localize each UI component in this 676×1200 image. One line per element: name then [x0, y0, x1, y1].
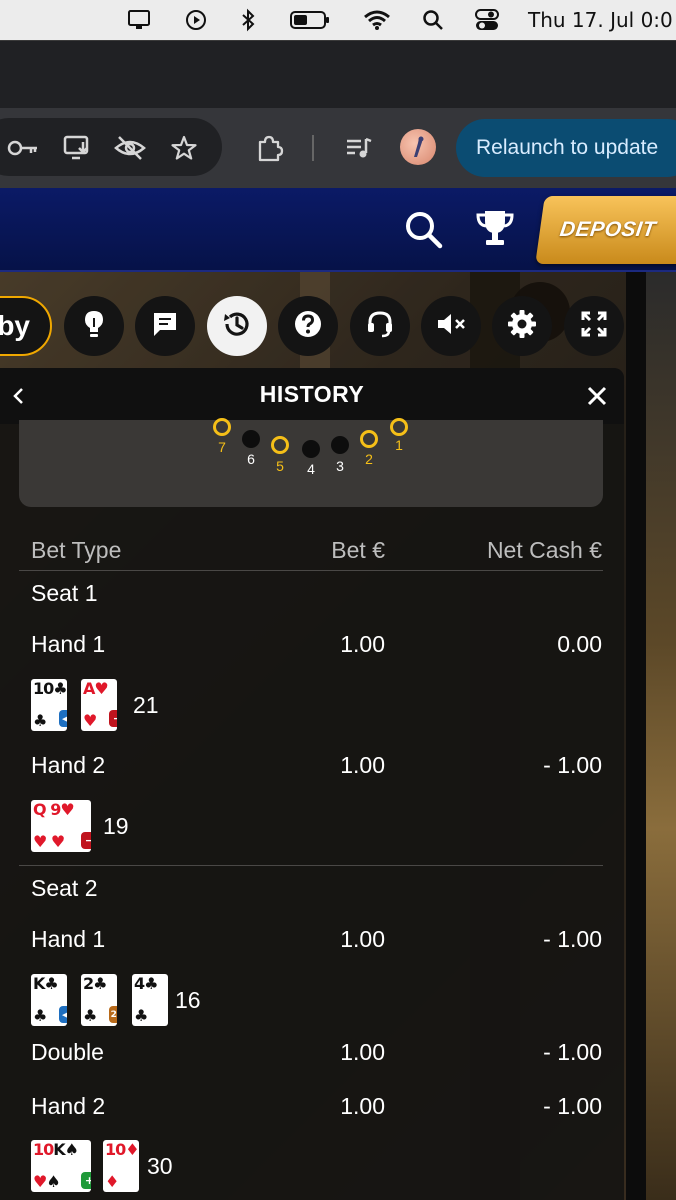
playing-card: 2♣ ♣ 2× — [81, 974, 117, 1026]
playing-card: K♣ ♣ ◂▸ — [31, 974, 67, 1026]
eye-slash-icon[interactable] — [112, 132, 148, 164]
fullscreen-icon — [580, 310, 608, 343]
header-divider — [19, 570, 603, 571]
seat-dot-6 — [242, 430, 260, 448]
playing-card: 10♦ ♦ — [103, 1140, 139, 1192]
settings-icon — [507, 309, 537, 344]
battery-icon[interactable] — [288, 8, 332, 32]
split-badge-icon: ◂▸ — [59, 1006, 67, 1023]
seat-number-5: 5 — [276, 458, 284, 474]
control-center-icon[interactable] — [473, 8, 501, 32]
column-header-bet: Bet € — [331, 537, 385, 563]
double-label: Double — [31, 1039, 104, 1065]
seat-divider — [19, 865, 603, 866]
close-icon[interactable] — [584, 383, 610, 409]
toolbar-divider — [311, 134, 315, 162]
panel-edge-shadow — [626, 272, 648, 1200]
key-icon[interactable] — [6, 134, 40, 162]
trophy-icon[interactable] — [474, 206, 516, 250]
relaunch-to-update-button[interactable]: Relaunch to update — [456, 119, 676, 177]
search-icon[interactable] — [421, 8, 445, 32]
menu-bar: Thu 17. Jul 0:0 — [0, 0, 676, 40]
hand-label: Hand 1 — [31, 926, 106, 952]
minus-badge-icon: − — [81, 832, 91, 849]
bet-value: 1.00 — [340, 926, 385, 952]
seat-number-1: 1 — [395, 437, 403, 453]
playing-card: 4♣ ♣ — [132, 974, 168, 1026]
double-badge-icon: 2× — [109, 1006, 117, 1023]
extensions-icon[interactable] — [252, 132, 286, 164]
bluetooth-icon[interactable] — [238, 8, 258, 32]
profile-avatar-icon[interactable] — [400, 129, 436, 165]
support-button[interactable] — [350, 296, 410, 356]
tips-button[interactable] — [64, 296, 124, 356]
column-header-net-cash: Net Cash € — [486, 537, 602, 563]
help-button[interactable] — [278, 296, 338, 356]
mute-icon — [435, 310, 467, 343]
seat-label: Seat 2 — [31, 875, 98, 901]
seat-number-4: 4 — [307, 461, 315, 477]
settings-button[interactable] — [492, 296, 552, 356]
playing-card: 10♣ ♣ ◂▸ — [31, 679, 67, 731]
seat-dot-5 — [271, 436, 289, 454]
seat-dot-4 — [302, 440, 320, 458]
history-icon — [221, 308, 253, 345]
history-button[interactable] — [207, 296, 267, 356]
fullscreen-button[interactable] — [564, 296, 624, 356]
hand-total: 30 — [147, 1153, 173, 1179]
hand-total: 19 — [103, 813, 129, 839]
playing-card: 10K♠ ♥♠ + — [31, 1140, 91, 1192]
help-icon — [293, 309, 323, 344]
seat-number-7: 7 — [218, 439, 226, 455]
table-edge-strip — [646, 272, 676, 1200]
menu-bar-clock[interactable]: Thu 17. Jul 0:0 — [528, 8, 673, 32]
bet-value: 1.00 — [340, 1093, 385, 1119]
seat-dot-3 — [331, 436, 349, 454]
plus-badge-icon: + — [81, 1172, 91, 1189]
playing-card: A♥ ♥ − — [81, 679, 117, 731]
seat-dot-1 — [390, 418, 408, 436]
chat-icon — [151, 310, 179, 343]
sound-button[interactable] — [421, 296, 481, 356]
hand-label: Hand 2 — [31, 1093, 106, 1119]
seat-dot-7 — [213, 418, 231, 436]
minus-badge-icon: − — [109, 710, 117, 727]
net-cash-value: - 1.00 — [543, 752, 602, 778]
seat-number-6: 6 — [247, 451, 255, 467]
chat-button[interactable] — [135, 296, 195, 356]
deposit-button[interactable]: DEPOSIT — [535, 196, 676, 264]
bet-value: 1.00 — [340, 752, 385, 778]
bet-value: 1.00 — [340, 1039, 385, 1065]
column-header-bet-type: Bet Type — [31, 537, 122, 563]
hand-total: 21 — [133, 692, 159, 718]
playing-card: Q 9♥ ♥ ♥ − — [31, 800, 91, 852]
media-queue-icon[interactable] — [343, 132, 375, 164]
display-icon[interactable] — [126, 8, 152, 32]
split-badge-icon: ◂▸ — [59, 710, 67, 727]
browser-tab-strip — [0, 40, 676, 108]
hand-total: 16 — [175, 987, 201, 1013]
install-app-icon[interactable] — [60, 132, 94, 164]
net-cash-value: - 1.00 — [543, 1093, 602, 1119]
seat-label: Seat 1 — [31, 580, 98, 606]
headset-icon — [365, 309, 395, 344]
hand-label: Hand 2 — [31, 752, 106, 778]
wifi-icon[interactable] — [362, 8, 392, 32]
deposit-label: DEPOSIT — [558, 218, 658, 241]
seat-number-3: 3 — [336, 458, 344, 474]
hand-label: Hand 1 — [31, 631, 106, 657]
net-cash-value: - 1.00 — [543, 1039, 602, 1065]
net-cash-value: - 1.00 — [543, 926, 602, 952]
seat-dot-2 — [360, 430, 378, 448]
lightbulb-icon — [81, 309, 107, 344]
star-icon[interactable] — [168, 132, 200, 164]
seat-number-2: 2 — [365, 451, 373, 467]
history-title: HISTORY — [259, 381, 365, 407]
play-circle-icon[interactable] — [184, 8, 208, 32]
site-search-icon[interactable] — [402, 208, 444, 250]
net-cash-value: 0.00 — [557, 631, 602, 657]
bet-value: 1.00 — [340, 631, 385, 657]
